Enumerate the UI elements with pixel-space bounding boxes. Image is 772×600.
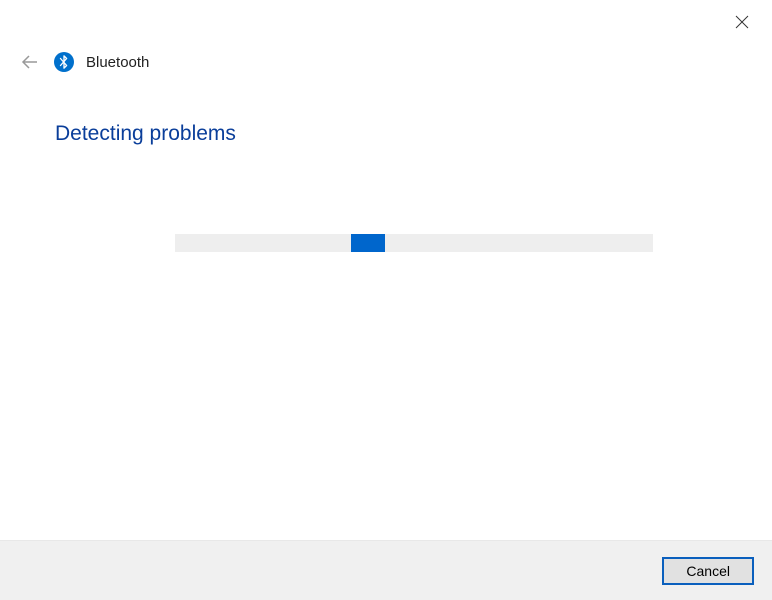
content-area: Detecting problems bbox=[0, 74, 772, 252]
progress-bar bbox=[175, 234, 653, 252]
progress-indicator bbox=[351, 234, 385, 252]
troubleshooter-title: Bluetooth bbox=[86, 54, 149, 71]
bluetooth-icon bbox=[54, 52, 74, 72]
footer-bar: Cancel bbox=[0, 540, 772, 600]
header-bar: Bluetooth bbox=[0, 0, 772, 74]
back-button[interactable] bbox=[18, 50, 42, 74]
close-icon bbox=[735, 15, 749, 29]
status-heading: Detecting problems bbox=[55, 122, 772, 146]
cancel-button[interactable]: Cancel bbox=[662, 557, 754, 585]
back-arrow-icon bbox=[21, 53, 39, 71]
close-button[interactable] bbox=[730, 10, 754, 34]
